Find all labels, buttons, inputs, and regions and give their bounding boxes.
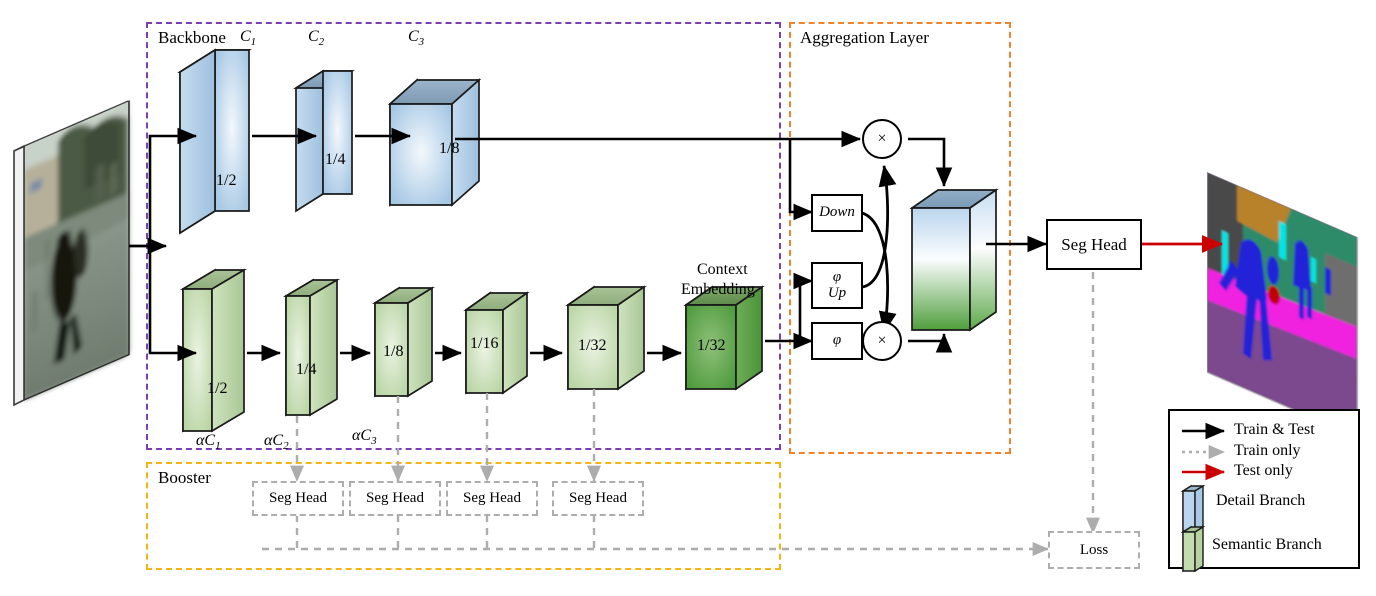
- diagram-canvas: Backbone Aggregation Layer Booster C1 C2…: [0, 0, 1376, 596]
- legend-label-train-only: Train only: [1234, 442, 1301, 459]
- legend-label-detail-branch: Detail Branch: [1216, 492, 1306, 509]
- legend-label-semantic-branch: Semantic Branch: [1212, 536, 1322, 553]
- legend-label-train-test: Train & Test: [1234, 421, 1315, 438]
- legend-label-test-only: Test only: [1234, 462, 1293, 479]
- legend-graphics: [1180, 422, 1226, 573]
